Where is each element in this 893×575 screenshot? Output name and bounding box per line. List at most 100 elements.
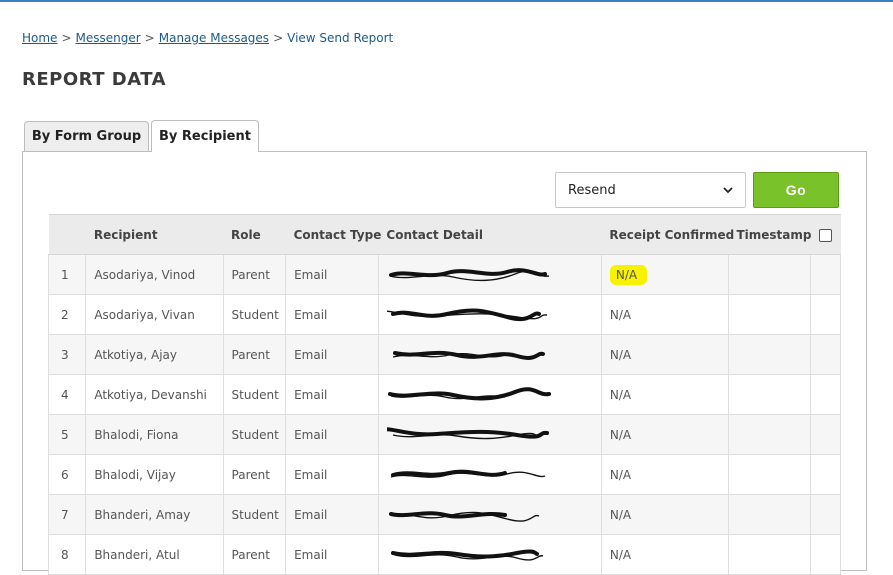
redaction-scribble [387, 386, 551, 401]
recipient-role: Parent [222, 534, 287, 575]
timestamp [727, 494, 811, 535]
table-row: 6 Bhalodi, Vijay Parent Email N/A [47, 454, 842, 495]
receipt-confirmed: N/A [600, 454, 729, 495]
receipt-status: N/A [609, 307, 632, 322]
redaction-scribble [390, 469, 546, 478]
timestamp [727, 294, 811, 335]
go-button[interactable]: Go [753, 172, 839, 208]
contact-type: Email [285, 334, 379, 375]
contact-detail [377, 374, 602, 415]
breadcrumb-separator: > [61, 31, 72, 45]
page-title: REPORT DATA [22, 69, 167, 90]
breadcrumb-messenger-link[interactable]: Messenger [76, 31, 141, 45]
recipient-role: Student [222, 374, 287, 415]
header-contact-detail[interactable]: Contact Detail [378, 214, 602, 255]
redaction-scribble [386, 427, 549, 439]
timestamp [727, 454, 811, 495]
row-index: 7 [47, 494, 87, 535]
row-index: 8 [47, 534, 87, 575]
recipient-table: Recipient Role Contact Type Contact Deta… [47, 214, 842, 575]
recipient-name: Bhanderi, Amay [85, 494, 224, 535]
contact-type: Email [285, 454, 379, 495]
header-contact-type[interactable]: Contact Type [285, 214, 381, 255]
table-row: 7 Bhanderi, Amay Student Email N/A [47, 494, 842, 535]
redaction-scribble [388, 267, 550, 281]
contact-detail [377, 254, 602, 295]
row-index: 2 [47, 294, 87, 335]
redacted-email [386, 308, 547, 322]
header-index [48, 214, 86, 255]
breadcrumb-separator: > [144, 31, 155, 45]
redaction-scribble [386, 308, 547, 321]
breadcrumb: Home > Messenger > Manage Messages > View Send… [22, 31, 393, 45]
tab-by-form-group[interactable]: By Form Group [24, 121, 149, 151]
timestamp [727, 334, 811, 375]
receipt-confirmed: N/A [600, 534, 729, 575]
row-index: 3 [47, 334, 87, 375]
breadcrumb-manage-messages-link[interactable]: Manage Messages [159, 31, 269, 45]
redaction-scribble [390, 549, 544, 561]
timestamp [727, 534, 811, 575]
redacted-email [387, 508, 547, 522]
receipt-status: N/A [609, 387, 632, 402]
header-receipt-confirmed[interactable]: Receipt Confirmed [601, 214, 734, 255]
header-recipient[interactable]: Recipient [85, 214, 224, 255]
breadcrumb-home-link[interactable]: Home [22, 31, 57, 45]
recipient-role: Parent [222, 454, 287, 495]
contact-type: Email [285, 374, 379, 415]
redacted-email [387, 386, 551, 402]
contact-detail [377, 414, 602, 455]
receipt-confirmed: N/A [600, 414, 729, 455]
table-header-row: Recipient Role Contact Type Contact Deta… [48, 214, 841, 255]
row-select-cell [809, 454, 842, 495]
contact-detail [377, 494, 602, 535]
recipient-name: Atkotiya, Ajay [85, 334, 224, 375]
contact-detail [377, 334, 602, 375]
contact-detail [377, 294, 602, 335]
select-all-checkbox[interactable] [818, 228, 832, 242]
row-index: 4 [47, 374, 87, 415]
receipt-confirmed: N/A [600, 494, 729, 535]
receipt-status: N/A [609, 547, 632, 562]
redacted-email [387, 548, 547, 562]
redacted-email [387, 267, 550, 282]
row-select-cell [809, 494, 842, 535]
header-role[interactable]: Role [223, 214, 286, 255]
receipt-confirmed: N/A [600, 374, 729, 415]
breadcrumb-current: View Send Report [287, 31, 394, 45]
recipient-name: Atkotiya, Devanshi [85, 374, 224, 415]
row-select-cell [809, 414, 842, 455]
header-timestamp[interactable]: Timestamp [728, 214, 811, 255]
recipient-name: Bhanderi, Atul [85, 534, 224, 575]
contact-type: Email [285, 254, 379, 295]
recipient-role: Student [222, 414, 287, 455]
recipient-role: Student [222, 494, 287, 535]
redacted-email [386, 427, 549, 442]
receipt-status: N/A [609, 264, 648, 285]
receipt-status: N/A [609, 347, 632, 362]
receipt-confirmed: N/A [600, 254, 729, 295]
timestamp [727, 374, 811, 415]
row-select-cell [809, 294, 842, 335]
timestamp [727, 414, 811, 455]
contact-detail [377, 454, 602, 495]
contact-type: Email [285, 534, 379, 575]
action-select[interactable]: Resend [555, 172, 746, 208]
row-select-cell [809, 254, 842, 295]
row-index: 6 [47, 454, 87, 495]
contact-type: Email [285, 294, 379, 335]
recipient-name: Bhalodi, Fiona [85, 414, 224, 455]
table-row: 4 Atkotiya, Devanshi Student Email N/A [47, 374, 842, 415]
tab-by-recipient[interactable]: By Recipient [151, 120, 259, 152]
receipt-status: N/A [609, 507, 632, 522]
row-index: 5 [47, 414, 87, 455]
row-select-cell [809, 534, 842, 575]
contact-detail [377, 534, 602, 575]
receipt-confirmed: N/A [600, 294, 729, 335]
row-index: 1 [47, 254, 87, 295]
recipient-role: Parent [222, 334, 287, 375]
chevron-down-icon [723, 187, 733, 194]
breadcrumb-separator: > [273, 31, 284, 45]
redaction-scribble [392, 350, 545, 360]
recipient-role: Parent [222, 254, 287, 295]
